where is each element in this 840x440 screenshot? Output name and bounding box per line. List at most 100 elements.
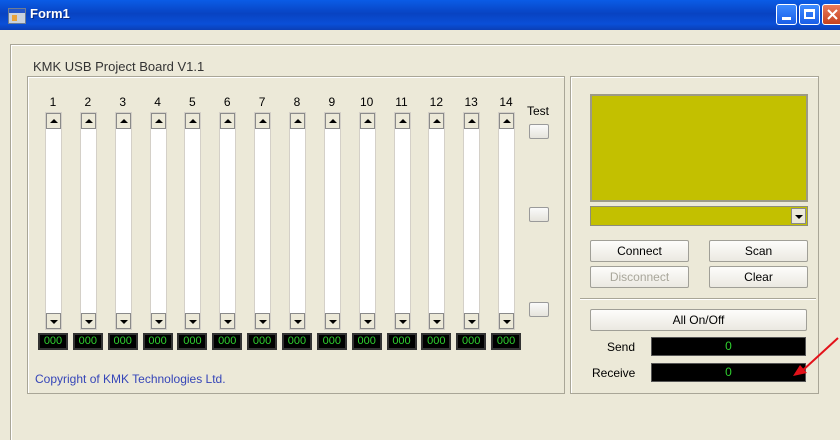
slider-up-button[interactable] xyxy=(185,113,201,129)
copyright-text: Copyright of KMK Technologies Ltd. xyxy=(35,372,226,386)
channel-6-slider[interactable] xyxy=(219,112,237,330)
slider-up-button[interactable] xyxy=(115,113,131,129)
slider-up-button[interactable] xyxy=(80,113,96,129)
slider-up-button[interactable] xyxy=(359,113,375,129)
channel-10-slider[interactable] xyxy=(358,112,376,330)
board-title: KMK USB Project Board V1.1 xyxy=(33,59,205,74)
app-icon[interactable] xyxy=(8,8,26,24)
slider-up-button[interactable] xyxy=(394,113,410,129)
receive-label: Receive xyxy=(592,366,636,380)
arrow-down-icon xyxy=(259,320,268,324)
channel-5-value: 000 xyxy=(177,333,208,350)
arrow-up-icon xyxy=(189,119,198,123)
slider-up-button[interactable] xyxy=(429,113,445,129)
scan-button[interactable]: Scan xyxy=(709,240,808,262)
arrow-down-icon xyxy=(84,320,93,324)
channel-2-value: 000 xyxy=(72,333,103,350)
channel-14-label: 14 xyxy=(499,95,513,109)
channel-11-value: 000 xyxy=(386,333,417,350)
channel-4-value: 000 xyxy=(142,333,173,350)
channel-7-label: 7 xyxy=(258,95,266,109)
channel-1-slider[interactable] xyxy=(45,112,62,330)
channel-9-value: 000 xyxy=(316,333,347,350)
slider-up-button[interactable] xyxy=(150,113,166,129)
slider-down-button[interactable] xyxy=(359,313,375,329)
arrow-down-icon xyxy=(293,320,302,324)
slider-down-button[interactable] xyxy=(185,313,201,329)
slider-down-button[interactable] xyxy=(80,313,96,329)
slider-up-button[interactable] xyxy=(289,113,305,129)
channel-9-label: 9 xyxy=(328,95,336,109)
annotation-arrow-icon xyxy=(793,337,839,376)
arrow-up-icon xyxy=(154,119,163,123)
slider-up-button[interactable] xyxy=(46,113,61,129)
window-title: Form1 xyxy=(30,6,70,21)
slider-up-button[interactable] xyxy=(255,113,271,129)
title-bar[interactable]: Form1 xyxy=(0,0,840,30)
arrow-up-icon xyxy=(433,119,442,123)
slider-down-button[interactable] xyxy=(255,313,271,329)
channel-13-slider[interactable] xyxy=(463,112,481,330)
test-button-2[interactable] xyxy=(529,207,549,222)
channel-12-slider[interactable] xyxy=(428,112,446,330)
slider-down-button[interactable] xyxy=(429,313,445,329)
test-button-3[interactable] xyxy=(529,302,549,317)
port-dropdown[interactable] xyxy=(590,206,808,226)
slider-up-button[interactable] xyxy=(220,113,236,129)
arrow-up-icon xyxy=(468,119,477,123)
slider-up-button[interactable] xyxy=(499,113,515,129)
slider-down-button[interactable] xyxy=(499,313,515,329)
channel-7-slider[interactable] xyxy=(254,112,272,330)
disconnect-button[interactable]: Disconnect xyxy=(590,266,689,288)
slider-down-button[interactable] xyxy=(220,313,236,329)
arrow-up-icon xyxy=(503,119,512,123)
maximize-icon xyxy=(804,9,815,19)
channel-1-value: 000 xyxy=(38,333,68,350)
maximize-button[interactable] xyxy=(799,4,820,25)
slider-down-button[interactable] xyxy=(115,313,131,329)
slider-down-button[interactable] xyxy=(289,313,305,329)
arrow-down-icon xyxy=(503,320,512,324)
arrow-down-icon xyxy=(189,320,198,324)
slider-down-button[interactable] xyxy=(324,313,340,329)
arrow-down-icon xyxy=(50,320,58,324)
all-on-off-button[interactable]: All On/Off xyxy=(590,309,807,331)
channel-2-slider[interactable] xyxy=(79,112,97,330)
channel-4-label: 4 xyxy=(154,95,161,109)
slider-down-button[interactable] xyxy=(464,313,480,329)
minimize-icon xyxy=(782,17,791,20)
channel-11-slider[interactable] xyxy=(393,112,411,330)
slider-down-button[interactable] xyxy=(150,313,166,329)
arrow-down-icon xyxy=(468,320,477,324)
channel-3-slider[interactable] xyxy=(114,112,132,330)
channel-1-label: 1 xyxy=(49,95,57,109)
separator xyxy=(580,298,816,300)
channel-8-slider[interactable] xyxy=(288,112,306,330)
slider-up-button[interactable] xyxy=(324,113,340,129)
channel-10-label: 10 xyxy=(359,95,374,109)
channel-5-slider[interactable] xyxy=(184,112,202,330)
channel-4-slider[interactable] xyxy=(149,112,167,330)
channel-8-label: 8 xyxy=(293,95,301,109)
send-value: 0 xyxy=(651,337,806,356)
slider-down-button[interactable] xyxy=(394,313,410,329)
minimize-button[interactable] xyxy=(776,4,797,25)
channel-9-slider[interactable] xyxy=(323,112,341,330)
clear-button[interactable]: Clear xyxy=(709,266,808,288)
arrow-down-icon xyxy=(328,320,337,324)
slider-down-button[interactable] xyxy=(46,313,61,329)
dropdown-button[interactable] xyxy=(791,208,806,224)
channel-14-slider[interactable] xyxy=(498,112,516,330)
send-label: Send xyxy=(607,340,636,354)
channel-2-label: 2 xyxy=(84,95,92,109)
test-button-1[interactable] xyxy=(529,124,549,139)
slider-up-button[interactable] xyxy=(464,113,480,129)
connect-button[interactable]: Connect xyxy=(590,240,689,262)
arrow-down-icon xyxy=(398,320,407,324)
channel-6-label: 6 xyxy=(223,95,231,109)
lcd-display xyxy=(590,94,808,202)
chevron-down-icon xyxy=(795,215,803,219)
close-button[interactable] xyxy=(822,4,840,25)
channel-7-value: 000 xyxy=(247,333,278,350)
arrow-down-icon xyxy=(433,320,442,324)
